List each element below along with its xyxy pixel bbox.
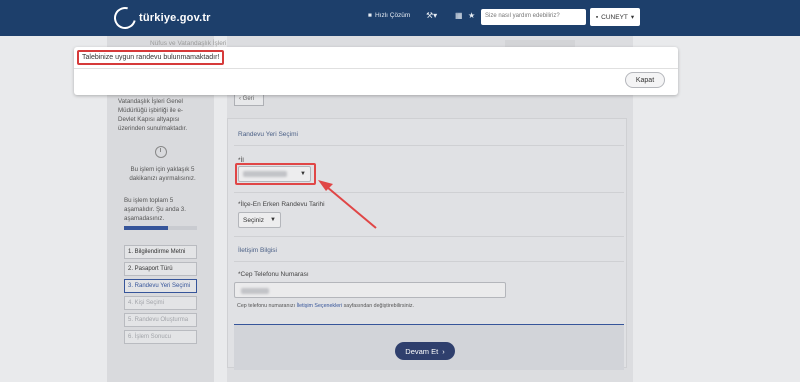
dialog-divider — [74, 68, 678, 69]
alert-dialog: Talebinize uygun randevu bulunmamaktadır… — [74, 47, 678, 95]
dialog-message: Talebinize uygun randevu bulunmamaktadır… — [77, 50, 225, 65]
close-button[interactable]: Kapat — [625, 72, 665, 88]
